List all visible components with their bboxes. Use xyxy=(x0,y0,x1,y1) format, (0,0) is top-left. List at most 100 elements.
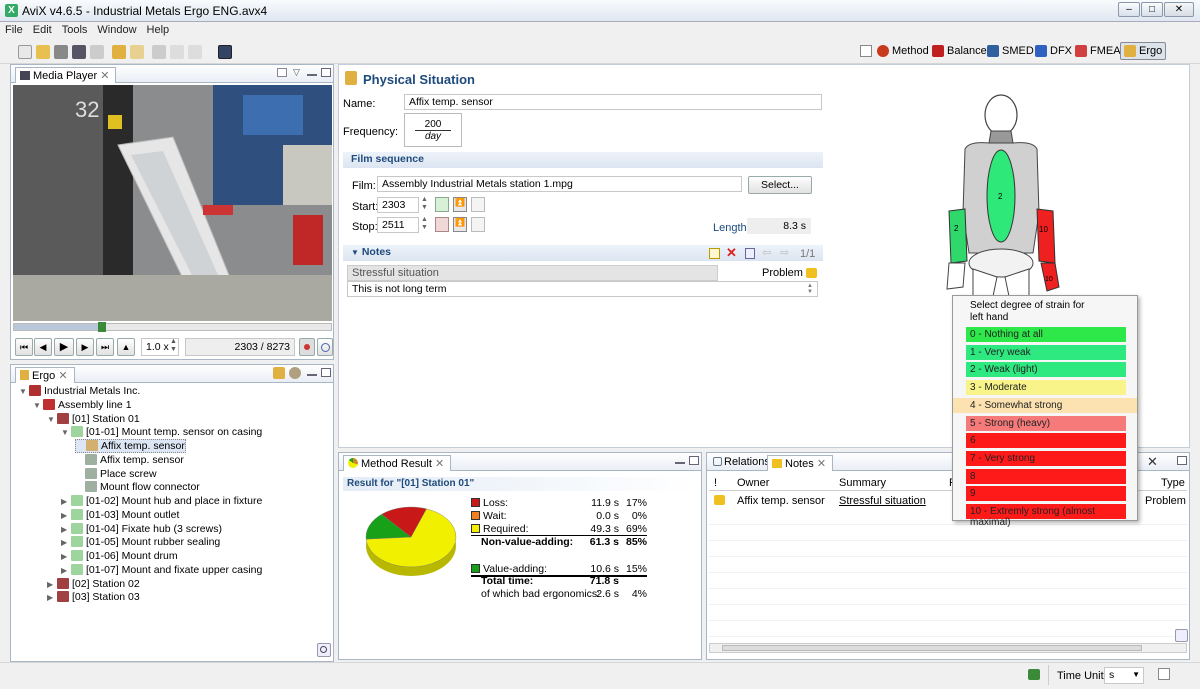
zoom-icon[interactable] xyxy=(1175,629,1188,642)
expand-toggle-icon[interactable]: ▼ xyxy=(33,401,43,410)
print-icon[interactable] xyxy=(90,45,104,59)
maximize-view-button[interactable] xyxy=(321,68,331,77)
menu-window[interactable]: Window xyxy=(92,22,141,38)
close-tab-icon[interactable]: ✕ xyxy=(817,458,826,470)
expand-toggle-icon[interactable]: ▶ xyxy=(61,566,71,575)
strain-option[interactable]: 7 - Very strong xyxy=(966,450,1126,466)
expand-toggle-icon[interactable]: ▼ xyxy=(19,387,29,396)
save-all-icon[interactable] xyxy=(54,45,68,59)
sync-icon[interactable] xyxy=(1028,669,1040,680)
minimize-view-button[interactable] xyxy=(675,462,685,464)
minimize-view-button[interactable] xyxy=(307,74,317,76)
close-tab-icon[interactable]: ✕ xyxy=(100,70,109,82)
previous-arrow-icon[interactable]: ⇦ xyxy=(762,246,771,259)
start-spinner-icon[interactable]: ▲ ▼ xyxy=(421,196,428,212)
close-window-button[interactable]: ✕ xyxy=(1164,2,1194,17)
strain-option[interactable]: 6 xyxy=(966,433,1126,449)
strain-option[interactable]: 2 - Weak (light) xyxy=(966,362,1126,378)
frequency-field[interactable]: 200 day xyxy=(404,113,462,147)
set-stop-icon[interactable]: ⏫ xyxy=(453,217,467,232)
tree-item[interactable]: ▶ [01-07] Mount and fixate upper casing xyxy=(61,563,262,576)
menu-help[interactable]: Help xyxy=(142,22,175,38)
add-note-icon[interactable] xyxy=(709,248,720,259)
clock-icon[interactable] xyxy=(317,338,333,356)
tree-item[interactable]: ▼ Assembly line 1 xyxy=(33,398,132,411)
goto-stop-icon[interactable] xyxy=(435,217,449,232)
set-start-icon[interactable]: ⏫ xyxy=(453,197,467,212)
seek-thumb[interactable] xyxy=(98,322,107,332)
save-icon[interactable] xyxy=(72,45,86,59)
play-button[interactable]: ▶ xyxy=(54,338,74,356)
tree-item[interactable]: ▶ [03] Station 03 xyxy=(47,591,140,603)
note-summary-field[interactable]: Stressful situation xyxy=(347,265,718,281)
stop-field[interactable]: 2511 xyxy=(377,217,419,233)
tree-item[interactable]: ▶ [01-03] Mount outlet xyxy=(61,508,179,521)
tree-item[interactable]: Place screw xyxy=(75,467,157,480)
redo-icon[interactable] xyxy=(130,45,144,59)
skip-end-button[interactable]: ⏭ xyxy=(96,338,114,356)
expand-toggle-icon[interactable]: ▼ xyxy=(61,428,71,437)
filter-icon[interactable] xyxy=(289,367,301,379)
body-right-arm[interactable] xyxy=(1036,208,1056,264)
time-unit-select[interactable]: s ▼ xyxy=(1104,667,1144,684)
problem-icon[interactable] xyxy=(806,268,817,278)
goto-start-icon[interactable] xyxy=(435,197,449,212)
open-perspective-icon[interactable] xyxy=(860,45,872,57)
strain-option[interactable]: 4 - Somewhat strong xyxy=(953,397,1137,413)
tab-notes[interactable]: Notes ✕ xyxy=(767,455,834,471)
body-left-hand[interactable] xyxy=(946,262,966,290)
perspective-balance[interactable]: Balance xyxy=(929,42,990,60)
stop-spinner-icon[interactable]: ▲ ▼ xyxy=(421,216,428,232)
speed-spinner-icon[interactable]: ▲ ▼ xyxy=(170,338,177,354)
tree-item[interactable]: ▶ [01-02] Mount hub and place in fixture xyxy=(61,495,262,507)
tree-item[interactable]: ▶ [01-06] Mount drum xyxy=(61,550,178,562)
perspective-smed[interactable]: SMED xyxy=(984,42,1037,60)
zoom-icon[interactable] xyxy=(317,643,331,657)
video-frame[interactable]: 32 xyxy=(13,85,332,321)
person-add-icon[interactable] xyxy=(273,367,285,379)
tree-item[interactable]: ▼ Industrial Metals Inc. xyxy=(19,385,140,397)
expand-toggle-icon[interactable]: ▶ xyxy=(47,580,57,589)
skip-start-button[interactable]: ⏮ xyxy=(15,338,33,356)
tree-item[interactable]: Affix temp. sensor xyxy=(75,453,184,466)
maximize-view-button[interactable] xyxy=(689,456,699,465)
name-field[interactable]: Affix temp. sensor xyxy=(404,94,822,110)
seek-bar[interactable] xyxy=(13,322,332,332)
copy-icon[interactable] xyxy=(170,45,184,59)
pointer-icon[interactable] xyxy=(471,197,485,212)
tree-item[interactable]: Affix temp. sensor xyxy=(75,439,186,453)
menu-tools[interactable]: Tools xyxy=(57,22,93,38)
note-text-field[interactable]: This is not long term xyxy=(347,281,818,297)
strain-option[interactable]: 9 xyxy=(966,486,1126,502)
expand-toggle-icon[interactable]: ▼ xyxy=(47,415,57,424)
expand-toggle-icon[interactable]: ▶ xyxy=(61,538,71,547)
new-icon[interactable] xyxy=(18,45,32,59)
perspective-fmea[interactable]: FMEA xyxy=(1072,42,1124,60)
delete-note-icon[interactable]: ✕ xyxy=(726,245,737,261)
tree-item[interactable]: Mount flow connector xyxy=(75,481,200,493)
menu-file[interactable]: File xyxy=(0,22,28,38)
strain-option[interactable]: 0 - Nothing at all xyxy=(966,327,1126,342)
cut-icon[interactable] xyxy=(152,45,166,59)
maximize-view-button[interactable] xyxy=(1177,456,1187,465)
expand-toggle-icon[interactable]: ▶ xyxy=(61,552,71,561)
perspective-ergo[interactable]: Ergo xyxy=(1120,42,1167,60)
close-icon[interactable]: ✕ xyxy=(1147,454,1158,470)
pointer-icon[interactable] xyxy=(471,217,485,232)
record-icon[interactable] xyxy=(299,338,315,356)
minimize-view-button[interactable] xyxy=(307,374,317,376)
expand-toggle-icon[interactable]: ▶ xyxy=(61,525,71,534)
expand-toggle-icon[interactable]: ▶ xyxy=(47,593,57,602)
next-arrow-icon[interactable]: ⇨ xyxy=(780,246,789,259)
perspective-method[interactable]: Method xyxy=(874,42,932,60)
tree-item[interactable]: ▶ [01-05] Mount rubber sealing xyxy=(61,536,220,548)
paste-icon[interactable] xyxy=(188,45,202,59)
strain-option[interactable]: 3 - Moderate xyxy=(966,380,1126,396)
strain-option[interactable]: 1 - Very weak xyxy=(966,344,1126,360)
film-field[interactable]: Assembly Industrial Metals station 1.mpg xyxy=(377,176,742,192)
step-forward-button[interactable]: ▶ xyxy=(76,338,94,356)
tab-method-result[interactable]: Method Result ✕ xyxy=(343,455,452,471)
document-icon[interactable] xyxy=(745,248,755,259)
maximize-view-button[interactable] xyxy=(321,368,331,377)
close-tab-icon[interactable]: ✕ xyxy=(435,458,444,470)
